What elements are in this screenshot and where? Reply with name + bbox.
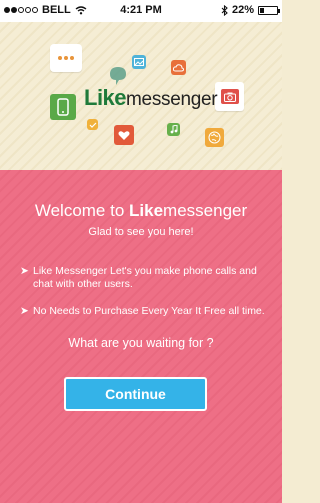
feature-bullet: ➤ Like Messenger Let's you make phone ca…	[20, 265, 257, 290]
status-bar: BELL 4:21 PM 22%	[0, 0, 282, 22]
call-to-action-text: What are you waiting for ?	[68, 336, 214, 350]
phone-icon	[50, 94, 76, 120]
logo-like-text: Like	[84, 85, 127, 110]
logo-bubble-icon	[110, 67, 126, 85]
battery-icon	[258, 5, 280, 15]
feature-bullet: ➤ No Needs to Purchase Every Year It Fre…	[20, 305, 265, 317]
arrow-right-icon: ➤	[20, 265, 29, 277]
welcome-subtitle: Glad to see you here!	[88, 226, 194, 238]
continue-button[interactable]: Continue	[64, 377, 207, 411]
brand-logo: Like messenger	[84, 85, 218, 111]
battery-percent: 22%	[231, 4, 254, 16]
heart-icon	[114, 125, 134, 145]
hero-banner: Like messenger	[0, 22, 282, 170]
chat-bubble-icon	[50, 44, 82, 72]
bluetooth-icon	[221, 4, 228, 16]
welcome-heading: Welcome to Likemessenger	[34, 201, 248, 220]
globe-icon	[205, 128, 224, 147]
welcome-panel: Welcome to Likemessenger Glad to see you…	[0, 170, 282, 503]
logo-messenger-text: messenger	[126, 89, 218, 110]
image-icon	[132, 55, 146, 69]
camera-icon	[215, 82, 244, 111]
cloud-icon	[171, 60, 186, 75]
check-icon	[87, 119, 98, 130]
music-icon	[167, 123, 180, 136]
arrow-right-icon: ➤	[20, 305, 29, 317]
